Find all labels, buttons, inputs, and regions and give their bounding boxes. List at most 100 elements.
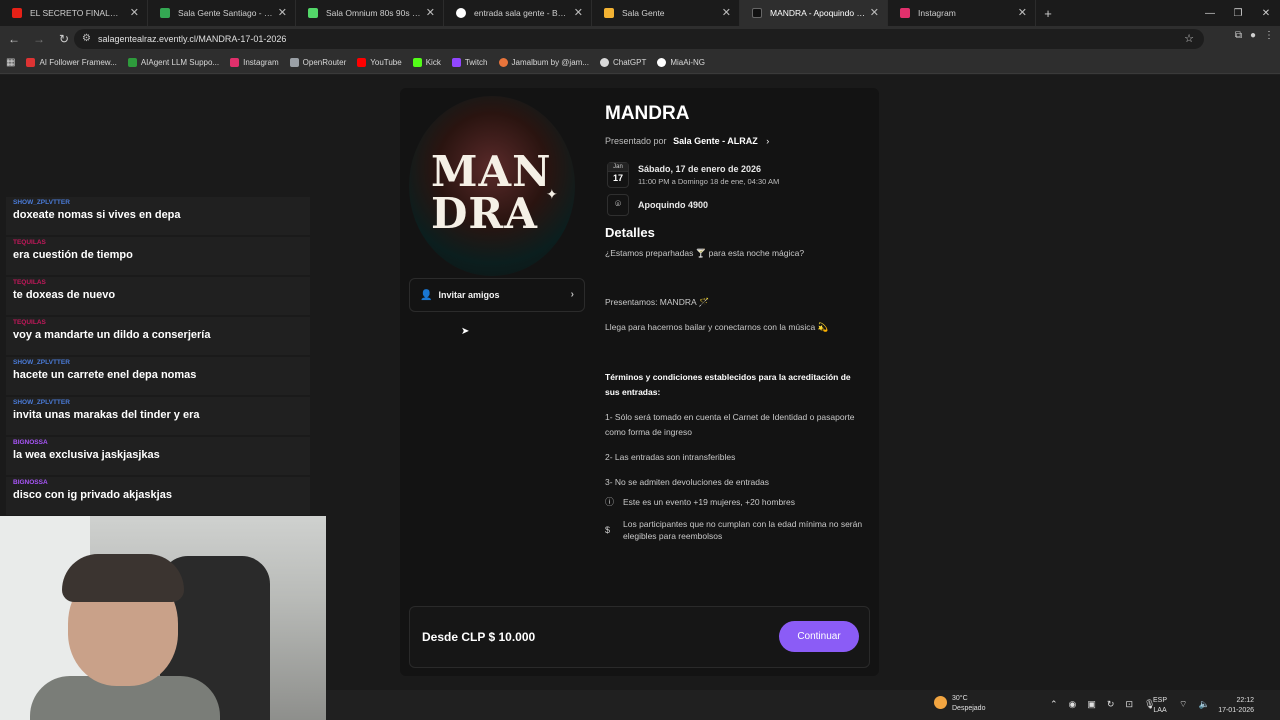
clock[interactable]: 22:12 17-01-2026 bbox=[1210, 696, 1254, 716]
close-icon[interactable]: ✕ bbox=[574, 6, 583, 19]
extensions-icon[interactable]: ⧉ bbox=[1235, 30, 1242, 41]
youtube-icon bbox=[12, 8, 22, 18]
ticket-price: Desde CLP $ 10.000 bbox=[422, 630, 536, 644]
bookmark-youtube[interactable]: YouTube bbox=[357, 58, 402, 67]
close-icon[interactable]: ✕ bbox=[426, 6, 435, 19]
tab-google-search[interactable]: entrada sala gente - Buscar con ✕ bbox=[444, 0, 592, 26]
age-info: ⓘ Este es un evento +19 mujeres, +20 hom… bbox=[605, 497, 795, 507]
user-plus-icon: 👤 bbox=[420, 289, 433, 301]
chevron-up-icon[interactable]: ⌃ bbox=[1050, 699, 1058, 710]
event-card: MAN DRA ✦ 👤 Invitar amigos › MANDRA Pres… bbox=[400, 88, 879, 676]
event-cover-image: MAN DRA ✦ bbox=[409, 96, 575, 276]
app-tray-icon[interactable]: ◉ bbox=[1069, 699, 1077, 710]
close-icon[interactable]: ✕ bbox=[278, 6, 287, 19]
bookmark-twitch[interactable]: Twitch bbox=[451, 58, 488, 67]
close-icon[interactable]: ✕ bbox=[1018, 6, 1027, 19]
instagram-icon bbox=[230, 58, 240, 67]
url-text: salagentealraz.evently.cl/MANDRA-17-01-2… bbox=[98, 34, 287, 44]
terms-heading: Términos y condiciones establecidos para… bbox=[605, 372, 851, 397]
close-icon[interactable]: ✕ bbox=[870, 6, 879, 19]
chat-message: BIGNOSSA disco con ig privado akjaskjas bbox=[6, 477, 310, 515]
location-pin-icon: ⌾ bbox=[607, 194, 629, 216]
maximize-icon[interactable]: ❐ bbox=[1224, 0, 1252, 26]
app-tray-icon[interactable]: ⊡ bbox=[1125, 699, 1133, 710]
maps-icon bbox=[160, 8, 170, 18]
back-icon[interactable]: ← bbox=[3, 32, 25, 46]
link-icon bbox=[604, 8, 614, 18]
apps-icon[interactable]: ▦ bbox=[6, 57, 15, 68]
bookmark-kick[interactable]: Kick bbox=[412, 58, 441, 67]
close-window-icon[interactable]: ✕ bbox=[1252, 0, 1280, 26]
bookmark-jamalbum[interactable]: Jamalbum by @jam... bbox=[498, 58, 589, 67]
tab-google-maps[interactable]: Sala Gente Santiago - Google M ✕ bbox=[148, 0, 296, 26]
event-location[interactable]: Apoquindo 4900 bbox=[638, 200, 708, 210]
tab-instagram[interactable]: Instagram ✕ bbox=[888, 0, 1036, 26]
openrouter-icon bbox=[289, 58, 299, 67]
info-icon: ⓘ bbox=[605, 497, 615, 507]
reload-icon[interactable]: ↻ bbox=[53, 32, 75, 46]
menu-icon[interactable]: ⋮ bbox=[1264, 30, 1274, 41]
term-3: 3- No se admiten devoluciones de entrada… bbox=[605, 477, 769, 487]
chat-message: BIGNOSSA la wea exclusiva jaskjasjkas bbox=[6, 437, 310, 475]
volume-icon[interactable]: 🔈 bbox=[1198, 699, 1209, 710]
cover-title-line-2: DRA bbox=[431, 189, 538, 238]
chat-message: TEQUILAS te doxeas de nuevo bbox=[6, 277, 310, 315]
dollar-icon: $ bbox=[605, 525, 611, 535]
invite-friends-button[interactable]: 👤 Invitar amigos › bbox=[409, 278, 585, 312]
cover-title-line-1: MAN bbox=[431, 147, 552, 196]
language-indicator[interactable]: ESP LAA bbox=[1153, 696, 1167, 716]
chevron-right-icon: › bbox=[766, 136, 770, 146]
wifi-icon[interactable]: ⌔ bbox=[1179, 699, 1187, 710]
event-time-range: 11:00 PM a Domingo 18 de ene, 04:30 AM bbox=[638, 177, 780, 186]
bookmark-miaai[interactable]: MiaAi-NG bbox=[657, 58, 705, 67]
site-info-icon[interactable]: ⚙ bbox=[82, 33, 91, 44]
address-toolbar: ← → ↻ ⚙ salagentealraz.evently.cl/MANDRA… bbox=[0, 26, 1280, 52]
bookmark-ai-follower[interactable]: AI Follower Framew... bbox=[26, 58, 117, 67]
weather-widget[interactable]: 30°C Despejado bbox=[934, 694, 985, 714]
presented-by: Presentado por Sala Gente - ALRAZ › bbox=[605, 136, 770, 146]
instagram-icon bbox=[308, 8, 318, 18]
bookmark-icon bbox=[498, 58, 508, 67]
details-question: ¿Estamos preparhadas 🍸 para esta noche m… bbox=[605, 248, 805, 258]
sun-icon bbox=[934, 696, 947, 709]
profile-avatar[interactable]: ● bbox=[1250, 30, 1256, 41]
close-icon[interactable]: ✕ bbox=[722, 6, 731, 19]
chat-message: TEQUILAS voy a mandarte un dildo a conser… bbox=[6, 317, 310, 355]
instagram-icon bbox=[900, 8, 910, 18]
chatgpt-icon bbox=[599, 58, 609, 67]
tab-youtube[interactable]: EL SECRETO FINAL🎂 Capítulo ✕ bbox=[0, 0, 148, 26]
network-volume: ⌔ 🔈 bbox=[1179, 699, 1210, 710]
calendar-date-badge: Jan 17 bbox=[607, 162, 629, 188]
windows-taskbar: 30°C Despejado ⌃ ◉ ▣ ↻ ⊡ 🎙 ESP LAA ⌔ 🔈 2… bbox=[326, 690, 1280, 720]
kick-icon bbox=[412, 58, 422, 67]
browser-tab-strip: EL SECRETO FINAL🎂 Capítulo ✕ Sala Gente … bbox=[0, 0, 1280, 26]
bookmark-instagram[interactable]: Instagram bbox=[230, 58, 279, 67]
close-icon[interactable]: ✕ bbox=[130, 6, 139, 19]
refund-info: $ Los participantes que no cumplan con l… bbox=[605, 519, 863, 541]
sparkle-icon: ✦ bbox=[546, 186, 558, 202]
chat-message: SHOW_ZPLVTTER doxeate nomas si vives en d… bbox=[6, 197, 310, 235]
forward-icon[interactable]: → bbox=[28, 32, 50, 46]
bookmark-aiagent[interactable]: AIAgent LLM Suppo... bbox=[127, 58, 219, 67]
bookmark-openrouter[interactable]: OpenRouter bbox=[289, 58, 346, 67]
chat-message: SHOW_ZPLVTTER invita unas marakas del tin… bbox=[6, 397, 310, 435]
youtube-icon bbox=[357, 58, 367, 67]
app-tray-icon[interactable]: ↻ bbox=[1107, 699, 1115, 710]
continue-button[interactable]: Continuar bbox=[779, 621, 859, 652]
new-tab-button[interactable]: + bbox=[1036, 6, 1060, 21]
tab-mandra[interactable]: MANDRA - Apoquindo 4900 | E ✕ bbox=[740, 0, 888, 26]
term-1: 1- Sólo será tomado en cuenta el Carnet … bbox=[605, 412, 855, 437]
bookmark-star-icon[interactable]: ☆ bbox=[1184, 32, 1194, 45]
bookmark-icon bbox=[26, 58, 36, 67]
tab-sala-gente[interactable]: Sala Gente ✕ bbox=[592, 0, 740, 26]
event-title: MANDRA bbox=[605, 103, 690, 124]
minimize-icon[interactable]: — bbox=[1196, 0, 1224, 26]
app-tray-icon[interactable]: ▣ bbox=[1087, 699, 1096, 710]
url-bar[interactable]: ⚙ salagentealraz.evently.cl/MANDRA-17-01… bbox=[74, 29, 1204, 49]
tab-instagram-omnium[interactable]: Sala Omnium 80s 90s | Instagra ✕ bbox=[296, 0, 444, 26]
presenter-link[interactable]: Sala Gente - ALRAZ bbox=[673, 136, 758, 146]
github-icon bbox=[657, 58, 667, 67]
bookmark-chatgpt[interactable]: ChatGPT bbox=[599, 58, 646, 67]
term-2: 2- Las entradas son intransferibles bbox=[605, 452, 736, 462]
twitch-icon bbox=[451, 58, 461, 67]
